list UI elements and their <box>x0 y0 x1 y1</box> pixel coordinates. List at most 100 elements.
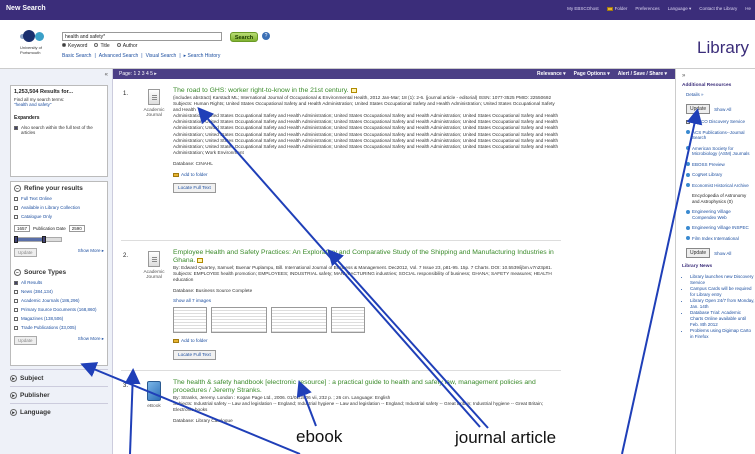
resource-item[interactable]: American Society for Microbiology (ASM) … <box>686 146 755 157</box>
news-item[interactable]: Database Trial: Academic Charts Online a… <box>690 310 755 328</box>
library-news-heading[interactable]: Library News <box>682 264 755 269</box>
record-title[interactable]: Employee Health and Safety Practices: An… <box>173 249 563 265</box>
help-icon[interactable]: ? <box>262 32 270 40</box>
new-search-link[interactable]: New Search <box>6 5 46 12</box>
show-all-link[interactable]: Show All <box>714 107 731 112</box>
remove-expander-icon[interactable] <box>14 125 18 130</box>
pagination[interactable]: Page: 1 2 3 4 5 ▸ <box>119 71 157 77</box>
basic-search-link[interactable]: Basic Search <box>62 53 91 59</box>
expander-full-text[interactable]: Also search within the full text of the … <box>14 125 104 135</box>
search-field-radios: Keyword Title Author <box>62 43 137 49</box>
language-facet[interactable]: ▸ Language <box>10 403 108 420</box>
date-to-input[interactable]: 2590 <box>68 225 85 232</box>
collapse-right-icon[interactable]: » <box>682 73 685 79</box>
query-link[interactable]: "health and safety" <box>14 102 104 107</box>
preview-icon[interactable] <box>350 87 357 93</box>
refine-heading[interactable]: − Refine your results <box>14 185 104 192</box>
resource-item[interactable]: Engineering Village INSPEC <box>686 225 755 231</box>
search-button[interactable]: Search <box>230 32 258 42</box>
university-logo[interactable]: University of Portsmouth <box>20 28 56 62</box>
resource-icon <box>686 225 690 230</box>
help-link[interactable]: He <box>745 6 751 12</box>
resources-update-button[interactable]: Update <box>686 248 711 258</box>
locate-full-text-button[interactable]: Locate Full Text <box>173 349 216 360</box>
resource-item[interactable]: EBOSS Preview <box>686 162 755 168</box>
sort-relevance-menu[interactable]: Relevance ▾ <box>537 71 566 77</box>
image-thumbnail[interactable] <box>173 307 207 334</box>
date-slider[interactable] <box>14 236 62 243</box>
source-trade-publications[interactable]: Trade Publications (33,005) <box>14 325 104 330</box>
news-item[interactable]: Campus Cards will be required for Librar… <box>690 286 755 298</box>
record-title[interactable]: The health & safety handbook [electronic… <box>173 379 563 395</box>
my-ebscohost-link[interactable]: My EBSCOhost <box>567 6 599 12</box>
results-toolbar: Page: 1 2 3 4 5 ▸ Relevance ▾ Page Optio… <box>113 69 675 79</box>
record-title[interactable]: The road to GHS: worker right-to-know in… <box>173 87 563 95</box>
add-to-folder-link[interactable]: Add to folder <box>173 172 563 178</box>
subject-facet[interactable]: ▸ Subject <box>10 369 108 386</box>
record-line: Administration; United States Occupation… <box>173 137 559 143</box>
source-magazines[interactable]: Magazines (138,506) <box>14 316 104 321</box>
record-number: 2. <box>123 253 129 259</box>
source-news[interactable]: News (384,134) <box>14 289 104 294</box>
preview-icon[interactable] <box>197 257 204 263</box>
resource-item[interactable]: Encyclopedia of Astronomy and Astrophysi… <box>686 193 755 204</box>
limit-library-collection[interactable]: Available in Library Collection <box>14 205 104 210</box>
top-links: My EBSCOhost Folder Preferences Language… <box>567 6 751 12</box>
advanced-search-link[interactable]: Advanced Search <box>99 53 138 59</box>
visual-search-link[interactable]: Visual Search <box>146 53 177 59</box>
record-type[interactable]: Academic Journal <box>139 89 169 118</box>
image-thumbnail[interactable] <box>211 307 267 334</box>
radio-author[interactable]: Author <box>116 43 137 49</box>
record-type[interactable]: eBook <box>139 381 169 409</box>
limit-catalogue-only[interactable]: Catalogue Only <box>14 214 104 219</box>
contact-library-link[interactable]: Contact the Library <box>699 6 737 12</box>
radio-title[interactable]: Title <box>94 43 110 49</box>
limit-full-text[interactable]: Full Text Online <box>14 196 104 201</box>
date-from-input[interactable]: 1657 <box>14 225 31 232</box>
journal-article-annotation: journal article <box>455 428 557 447</box>
resource-item[interactable]: EBSCO Discovery Service <box>686 119 755 125</box>
resource-icon <box>686 172 690 177</box>
news-item[interactable]: Problems using Digimap Carto in Firefox <box>690 328 755 340</box>
image-thumbnail[interactable] <box>331 307 365 334</box>
language-menu[interactable]: Language ▾ <box>668 6 692 12</box>
additional-resources-heading[interactable]: Additional Resources <box>682 83 755 88</box>
preferences-link[interactable]: Preferences <box>635 6 659 12</box>
facet-sections: ▸ Subject ▸ Publisher ▸ Language <box>10 369 108 451</box>
page-options-menu[interactable]: Page Options ▾ <box>574 71 610 77</box>
resource-item[interactable]: ACS Publications--Journal Search <box>686 130 755 141</box>
news-item[interactable]: Library Open 24/7 from Monday, Jan. 14th <box>690 298 755 310</box>
add-to-folder-link[interactable]: Add to folder <box>173 338 563 344</box>
publisher-facet[interactable]: ▸ Publisher <box>10 386 108 403</box>
source-academic-journals[interactable]: Academic Journals (186,296) <box>14 298 104 303</box>
source-primary-documents[interactable]: Primary Source Documents (168,860) <box>14 307 104 312</box>
alert-save-share-menu[interactable]: Alert / Save / Share ▾ <box>618 71 667 77</box>
resource-item[interactable]: Engineering Village Compendex Web <box>686 209 755 220</box>
show-images-link[interactable]: Show all 7 images <box>173 298 563 304</box>
slider-handle-left[interactable] <box>14 236 18 243</box>
search-input[interactable]: health and safety* <box>62 32 222 41</box>
source-types-heading[interactable]: − Source Types <box>14 269 104 276</box>
collapse-left-icon[interactable]: « <box>105 72 108 78</box>
show-all-link[interactable]: Show All <box>714 251 731 256</box>
resource-item[interactable]: Economist Historical Archive <box>686 183 755 189</box>
resources-update-button[interactable]: Update <box>686 104 711 114</box>
source-show-more-link[interactable]: Show More ▸ <box>78 336 104 342</box>
slider-handle-right[interactable] <box>42 236 46 243</box>
journal-document-icon <box>148 251 160 267</box>
resource-item[interactable]: Film Index International <box>686 236 755 242</box>
record-type[interactable]: Academic Journal <box>139 251 169 280</box>
source-all-results[interactable]: All Results <box>14 280 104 285</box>
search-history-link[interactable]: ▸ Search History <box>184 53 221 59</box>
image-thumbnail[interactable] <box>271 307 327 334</box>
refine-show-more-link[interactable]: Show More ▸ <box>78 248 104 254</box>
details-link[interactable]: Details » <box>686 92 755 97</box>
locate-full-text-button[interactable]: Locate Full Text <box>173 183 216 194</box>
source-update-button[interactable]: Update <box>14 336 37 345</box>
refine-update-button[interactable]: Update <box>14 248 37 257</box>
news-item[interactable]: Library launches new Discovery Service <box>690 274 755 286</box>
folder-link[interactable]: Folder <box>606 6 627 12</box>
record-body: The health & safety handbook [electronic… <box>173 379 563 424</box>
resource-item[interactable]: CogNet Library <box>686 172 755 178</box>
radio-keyword[interactable]: Keyword <box>62 43 87 49</box>
